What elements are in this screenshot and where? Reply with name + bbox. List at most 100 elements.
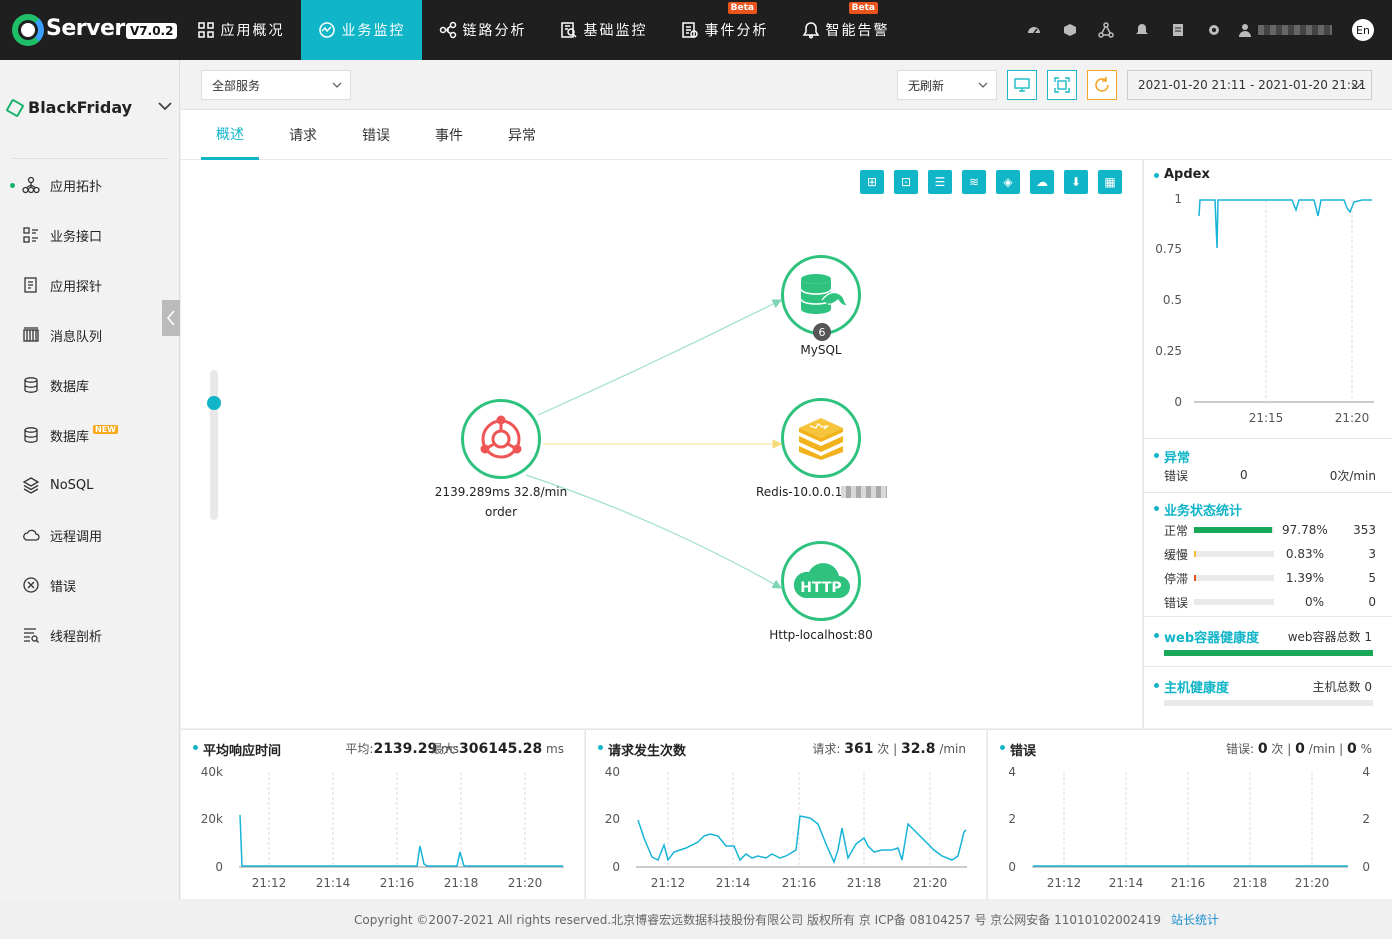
apdex-ytick: 0.5 (1163, 293, 1182, 307)
tab-requests[interactable]: 请求 (274, 110, 332, 160)
biz-status-row: 错误 0% 0 (1164, 592, 1376, 612)
tab-overview[interactable]: 概述 (201, 110, 259, 160)
event-icon (681, 22, 698, 38)
queue-icon (22, 326, 40, 344)
rt-max: 最大:306145.28 ms (431, 740, 564, 757)
box-icon[interactable] (1052, 0, 1088, 60)
tab-errors[interactable]: 错误 (347, 110, 405, 160)
biz-status-row: 缓慢 0.83% 3 (1164, 544, 1376, 564)
biz-status-count: 353 (1353, 523, 1376, 537)
sidebar-item-message-queue[interactable]: 消息队列 (0, 310, 180, 360)
sidebar-item-label: 应用拓扑 (50, 179, 103, 195)
bell-icon[interactable] (1124, 0, 1160, 60)
biz-status-pct: 0% (1304, 595, 1324, 609)
service-select[interactable]: 全部服务 (201, 70, 351, 100)
sidebar-item-business-api[interactable]: 业务接口 (0, 210, 180, 260)
sidebar-divider (12, 158, 167, 159)
time-range-picker[interactable]: 2021-01-20 21:11 - 2021-01-20 21:21 (1127, 70, 1372, 100)
tab-exceptions[interactable]: 异常 (493, 110, 551, 160)
divider (1144, 616, 1392, 617)
remote-node-http[interactable]: HTTP (781, 541, 861, 621)
rt-xtick: 21:14 (316, 876, 351, 890)
top-right-tools: En (1016, 0, 1392, 60)
logo-ring-icon (12, 14, 44, 46)
sidebar-item-app-probe[interactable]: 应用探针 (0, 260, 180, 310)
refresh-select[interactable]: 无刷新 (897, 70, 997, 100)
sidebar-item-error[interactable]: 错误 (0, 560, 180, 610)
err-ytick-right: 4 (1362, 765, 1370, 779)
probe-icon (22, 276, 40, 294)
project-selector[interactable]: BlackFriday (5, 97, 173, 118)
biz-status-count: 5 (1368, 571, 1376, 585)
chevron-left-icon (166, 310, 175, 326)
sidebar-item-database[interactable]: 数据库 (0, 360, 180, 410)
req-count: 361 (844, 741, 874, 757)
fullscreen-button[interactable] (1047, 70, 1077, 100)
service-select-value: 全部服务 (212, 78, 261, 93)
rt-max-label: 最大: (430, 742, 459, 756)
web-container-total-value: 1 (1364, 630, 1372, 644)
req-count-unit: 次 (877, 742, 890, 756)
req-ytick: 40 (605, 765, 620, 779)
req-xtick: 21:18 (847, 876, 882, 890)
sidebar-item-nosql[interactable]: NoSQL (0, 460, 180, 510)
err-pct: 0 (1347, 741, 1357, 757)
host-total-value: 0 (1364, 680, 1372, 694)
gear-icon[interactable] (1196, 0, 1232, 60)
language-toggle[interactable]: En (1352, 19, 1374, 41)
sidebar-collapse-button[interactable] (162, 300, 180, 336)
dashboard-icon[interactable] (1016, 0, 1052, 60)
nav-item-event-analysis[interactable]: 事件分析 Beta (664, 0, 785, 60)
logo[interactable]: Server V7.0.2 (12, 14, 178, 46)
nav-item-trace-analysis[interactable]: 链路分析 (422, 0, 543, 60)
web-container-health-fill (1164, 650, 1373, 656)
list-icon (22, 226, 40, 244)
user-menu[interactable] (1238, 23, 1332, 37)
screen-mode-button[interactable] (1007, 70, 1037, 100)
biz-status-label: 正常 (1164, 523, 1189, 538)
monitor-screen-icon (1014, 78, 1030, 92)
biz-status-row: 正常 97.78% 353 (1164, 520, 1376, 540)
user-name-redacted (1258, 25, 1332, 35)
nav-label: 业务监控 (341, 23, 406, 39)
site-stats-link[interactable]: 站长统计 (1171, 911, 1219, 928)
host-total-label: 主机总数 (1312, 680, 1361, 694)
sidebar-item-thread-profile[interactable]: 线程剖析 (0, 610, 180, 660)
rt-xtick: 21:12 (252, 876, 287, 890)
tab-events[interactable]: 事件 (420, 110, 478, 160)
thread-icon (22, 626, 40, 644)
biz-status-count: 3 (1368, 547, 1376, 561)
sidebar-item-label: 远程调用 (50, 529, 103, 545)
service-node-order[interactable] (461, 399, 541, 479)
time-range-value: 2021-01-20 21:11 - 2021-01-20 21:21 (1138, 78, 1367, 92)
req-xtick: 21:20 (913, 876, 948, 890)
sidebar-item-app-topology[interactable]: 应用拓扑 (0, 160, 180, 210)
host-health-title: 主机健康度 (1154, 677, 1229, 696)
nav-item-business-monitor[interactable]: 业务监控 (301, 0, 422, 60)
sidebar-item-database-new[interactable]: 数据库 NEW (0, 410, 180, 460)
http-icon: HTTP (793, 563, 850, 598)
apdex-title: Apdex (1154, 167, 1210, 182)
refresh-button[interactable] (1087, 70, 1117, 100)
sidebar-menu: 应用拓扑 业务接口 应用探针 消息队列 数据库 数据库 NEW NoSQL 远程… (0, 160, 180, 660)
err-count-unit: 次 (1271, 742, 1284, 756)
sidebar-item-label: 应用探针 (50, 279, 103, 295)
share-icon[interactable] (1088, 0, 1124, 60)
alert-icon (802, 22, 819, 39)
document-icon[interactable] (1160, 0, 1196, 60)
sidebar-item-label: NoSQL (50, 477, 94, 493)
nav-item-overview[interactable]: 应用概况 (180, 0, 301, 60)
apdex-ytick: 1 (1174, 192, 1182, 206)
biz-status-bar-fill (1194, 575, 1196, 581)
chevron-down-icon (158, 102, 172, 111)
monitor-icon (318, 22, 335, 38)
err-xtick: 21:20 (1295, 876, 1330, 890)
req-line (637, 815, 967, 865)
nav-item-smart-alert[interactable]: 智能告警 Beta (785, 0, 906, 60)
sidebar-item-remote-call[interactable]: 远程调用 (0, 510, 180, 560)
order-name: order (485, 505, 517, 519)
biz-status-bar (1194, 551, 1274, 557)
rt-ytick: 40k (201, 765, 223, 779)
nav-item-infra-monitor[interactable]: 基础监控 (543, 0, 664, 60)
cache-node-redis[interactable] (781, 398, 861, 478)
